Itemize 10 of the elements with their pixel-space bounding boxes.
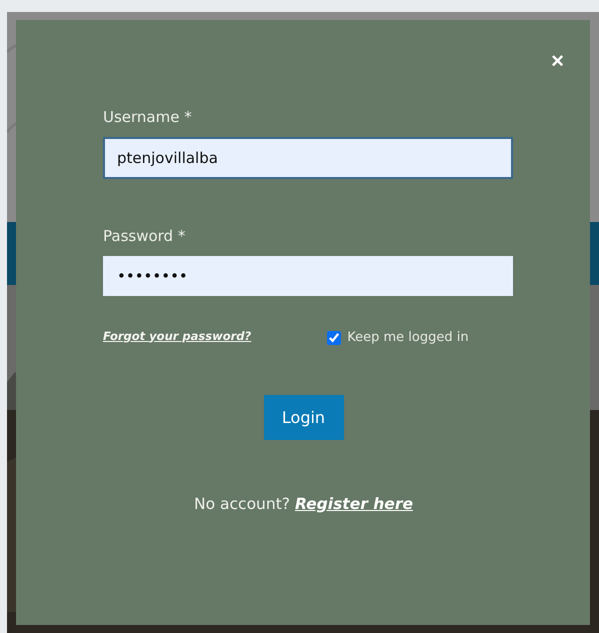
- checkbox[interactable]: [327, 330, 342, 344]
- register-prompt: No account?: [194, 495, 290, 513]
- password-field[interactable]: ••••••••: [103, 256, 513, 296]
- field-label: Username *: [103, 108, 193, 126]
- forgot-password-link[interactable]: Forgot your password?: [103, 328, 252, 342]
- login-button[interactable]: Login: [264, 395, 344, 440]
- field-label: Password *: [103, 227, 186, 245]
- username-field[interactable]: ptenjovillalba: [103, 137, 513, 179]
- register-link[interactable]: Register here: [295, 495, 413, 513]
- checkbox-label: Keep me logged in: [347, 330, 469, 345]
